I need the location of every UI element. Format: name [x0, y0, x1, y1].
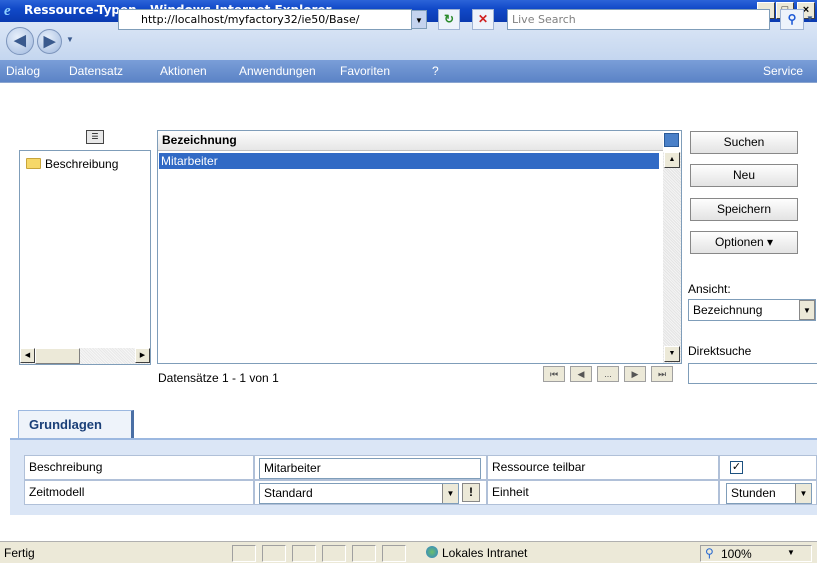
view-selected-value: Bezeichnung: [693, 303, 763, 317]
chevron-down-icon[interactable]: ▼: [799, 300, 815, 320]
form-label-beschreibung: Beschreibung: [24, 455, 254, 480]
record-count: Datensätze 1 - 1 von 1: [158, 371, 279, 385]
scroll-up-icon[interactable]: ▲: [664, 152, 680, 168]
first-page-button[interactable]: ⏮: [543, 366, 565, 382]
address-input[interactable]: http://localhost/myfactory32/ie50/Base/: [118, 9, 412, 30]
form-label-einheit: Einheit: [487, 480, 719, 505]
search-button[interactable]: ⚲: [780, 9, 804, 30]
tree-filter-icon[interactable]: ☰: [86, 130, 104, 144]
view-label: Ansicht:: [688, 282, 731, 296]
menu-service[interactable]: Service: [763, 64, 803, 78]
status-text: Fertig: [4, 546, 35, 560]
tree-panel: Beschreibung: [19, 150, 151, 365]
status-pane: [322, 545, 346, 562]
last-page-button[interactable]: ⏭: [651, 366, 673, 382]
tree-horizontal-scrollbar[interactable]: ◀ ▶: [20, 348, 150, 364]
menu-separator: [0, 82, 817, 83]
einheit-select[interactable]: Stunden ▼: [726, 483, 812, 504]
grid-settings-icon[interactable]: [664, 133, 679, 147]
grid-cell-bezeichnung: Mitarbeiter: [161, 154, 218, 168]
quicksearch-label: Direktsuche: [688, 344, 752, 358]
options-button[interactable]: Optionen ▾: [690, 231, 798, 254]
status-pane: [262, 545, 286, 562]
live-search-input[interactable]: Live Search: [507, 9, 770, 30]
einheit-value: Stunden: [731, 486, 776, 500]
zeitmodell-value: Standard: [264, 486, 313, 500]
ressource-teilbar-checkbox[interactable]: ✓: [730, 461, 743, 474]
grid-vertical-scrollbar[interactable]: ▲ ▼: [663, 152, 681, 363]
tree-item-beschreibung[interactable]: Beschreibung: [26, 157, 118, 171]
chevron-down-icon[interactable]: ▼: [795, 484, 811, 503]
status-pane: [232, 545, 256, 562]
tree-scroll-thumb[interactable]: [35, 348, 80, 364]
menu-aktionen[interactable]: Aktionen: [160, 64, 207, 78]
tree-item-label: Beschreibung: [45, 157, 119, 171]
menu-datensatz[interactable]: Datensatz: [69, 64, 123, 78]
menu-anwendungen[interactable]: Anwendungen: [239, 64, 316, 78]
menu-help[interactable]: ?: [432, 64, 439, 78]
form-cell-beschreibung: Mitarbeiter: [254, 455, 487, 480]
zoom-control[interactable]: ⚲ 100% ▼: [700, 545, 812, 562]
menu-bar: Dialog Datensatz Aktionen Anwendungen Fa…: [0, 60, 817, 82]
chevron-down-icon[interactable]: ▼: [442, 484, 458, 503]
grid-header-bezeichnung[interactable]: Bezeichnung: [158, 131, 663, 151]
beschreibung-input[interactable]: Mitarbeiter: [259, 458, 481, 479]
form-cell-zeitmodell: Standard ▼ !: [254, 480, 487, 505]
next-page-button[interactable]: ▶: [624, 366, 646, 382]
zone-text: Lokales Intranet: [442, 546, 528, 560]
table-row[interactable]: Mitarbeiter: [159, 153, 659, 169]
form-cell-teilbar: ✓: [719, 455, 817, 480]
form-label-ressource-teilbar: Ressource teilbar: [487, 455, 719, 480]
back-button[interactable]: ◀: [6, 27, 34, 55]
zoom-icon: ⚲: [705, 546, 714, 560]
search-options-dropdown-icon[interactable]: ▼: [806, 14, 814, 23]
intranet-zone-icon: [426, 546, 438, 558]
address-dropdown-button[interactable]: ▼: [411, 10, 427, 29]
form-label-zeitmodell: Zeitmodell: [24, 480, 254, 505]
zoom-level: 100%: [721, 547, 752, 561]
zeitmodell-detail-button[interactable]: !: [462, 483, 480, 502]
view-select[interactable]: Bezeichnung ▼: [688, 299, 816, 321]
scroll-down-icon[interactable]: ▼: [664, 346, 680, 362]
stop-button[interactable]: ✕: [472, 9, 494, 30]
status-pane: [382, 545, 406, 562]
zoom-dropdown-icon[interactable]: ▼: [787, 548, 795, 557]
live-search-placeholder: Live Search: [512, 13, 576, 26]
zeitmodell-select[interactable]: Standard ▼: [259, 483, 459, 504]
more-pages-button[interactable]: ...: [597, 366, 619, 382]
forward-button[interactable]: ▶: [37, 29, 62, 54]
prev-page-button[interactable]: ◀: [570, 366, 592, 382]
ie-logo-icon: e: [4, 3, 11, 19]
form-cell-einheit: Stunden ▼: [719, 480, 817, 505]
tab-grundlagen[interactable]: Grundlagen: [18, 410, 134, 438]
history-dropdown-icon[interactable]: ▼: [66, 35, 74, 44]
quicksearch-input[interactable]: [688, 363, 817, 384]
save-button[interactable]: Speichern: [690, 198, 798, 221]
menu-favoriten[interactable]: Favoriten: [340, 64, 390, 78]
folder-icon: [26, 158, 41, 169]
new-record-button[interactable]: Neu: [690, 164, 798, 187]
search-records-button[interactable]: Suchen: [690, 131, 798, 154]
scroll-right-icon[interactable]: ▶: [135, 348, 150, 363]
status-bar: Fertig Lokales Intranet ⚲ 100% ▼: [0, 541, 817, 563]
menu-dialog[interactable]: Dialog: [6, 64, 40, 78]
status-pane: [292, 545, 316, 562]
status-pane: [352, 545, 376, 562]
refresh-button[interactable]: ↻: [438, 9, 460, 30]
address-url-text: http://localhost/myfactory32/ie50/Base/: [141, 13, 360, 26]
scroll-left-icon[interactable]: ◀: [20, 348, 35, 363]
grid-header-label: Bezeichnung: [162, 133, 237, 147]
